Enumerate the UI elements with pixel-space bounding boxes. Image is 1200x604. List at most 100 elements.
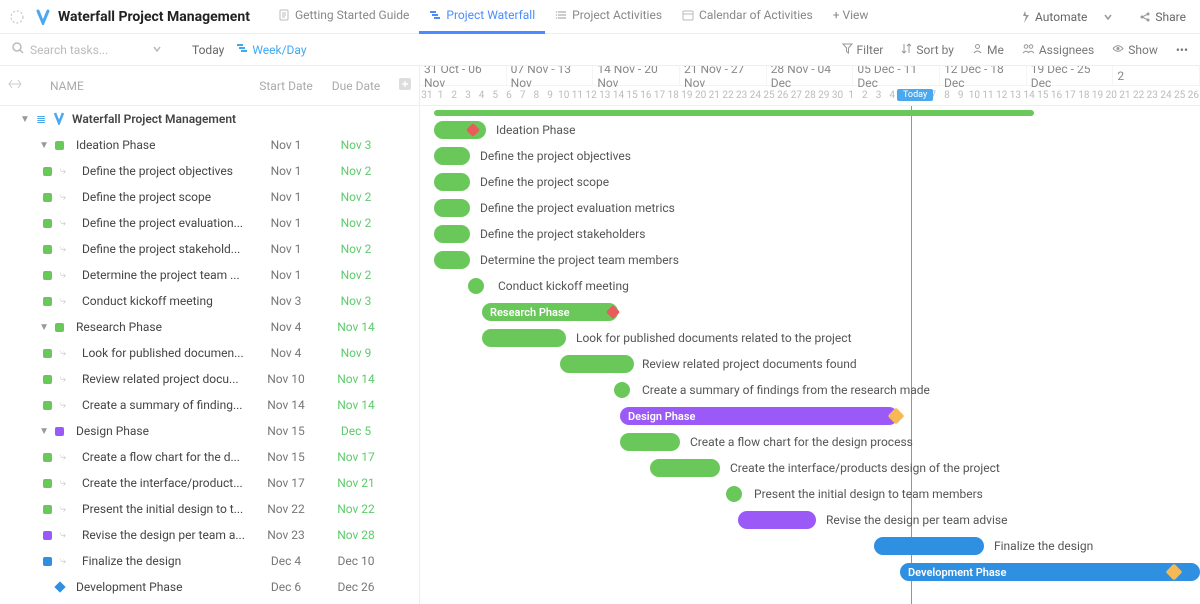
due-date[interactable]: Nov 2 (321, 164, 391, 178)
task-name[interactable]: Create a flow chart for the d... (72, 450, 251, 464)
tab[interactable]: Calendar of Activities (672, 0, 823, 34)
due-date[interactable]: Nov 2 (321, 190, 391, 204)
milestone-ball[interactable] (468, 278, 484, 294)
day-cell[interactable]: 1 (434, 86, 448, 105)
assignees-button[interactable]: Assignees (1022, 43, 1094, 57)
task-name[interactable]: Finalize the design (72, 554, 251, 568)
task-row[interactable]: ⤷Define the project scopeNov 1Nov 2 (0, 184, 419, 210)
task-name[interactable]: Conduct kickoff meeting (72, 294, 251, 308)
day-cell[interactable]: 2 (447, 86, 461, 105)
gantt-bar[interactable] (874, 537, 984, 555)
add-column-button[interactable] (391, 77, 419, 94)
day-cell[interactable]: 31 (420, 86, 434, 105)
day-cell[interactable]: 3 (461, 86, 475, 105)
tab[interactable]: Getting Started Guide (268, 0, 419, 34)
day-cell[interactable]: 16 (1050, 86, 1064, 105)
start-date[interactable]: Nov 15 (251, 450, 321, 464)
day-cell[interactable]: 25 (1173, 86, 1187, 105)
due-date[interactable]: Nov 3 (321, 294, 391, 308)
start-date[interactable]: Nov 1 (251, 242, 321, 256)
gantt-bar[interactable] (434, 251, 470, 269)
today-button[interactable]: Today (192, 43, 224, 57)
day-cell[interactable]: 24 (1159, 86, 1173, 105)
day-cell[interactable]: 26 (1187, 86, 1200, 105)
task-row[interactable]: ⤷Define the project stakehold...Nov 1Nov… (0, 236, 419, 262)
task-row[interactable]: ⤷Look for published documen...Nov 4Nov 9 (0, 340, 419, 366)
task-row[interactable]: Development PhaseDec 6Dec 26 (0, 574, 419, 600)
due-date[interactable]: Dec 10 (321, 554, 391, 568)
day-cell[interactable]: 23 (1145, 86, 1159, 105)
week-cell[interactable]: 31 Oct - 06 Nov (420, 66, 507, 85)
due-date[interactable]: Nov 14 (321, 398, 391, 412)
day-cell[interactable]: 9 (543, 86, 557, 105)
due-date[interactable]: Nov 2 (321, 216, 391, 230)
day-cell[interactable]: 16 (639, 86, 653, 105)
add-view-button[interactable]: + View (823, 0, 879, 34)
task-row[interactable]: ⤷Finalize the designDec 4Dec 10 (0, 548, 419, 574)
day-cell[interactable]: 8 (530, 86, 544, 105)
gantt-panel[interactable]: 31 Oct - 06 Nov07 Nov - 13 Nov14 Nov - 2… (420, 66, 1200, 604)
day-cell[interactable]: 9 (954, 86, 968, 105)
collapse-icon[interactable] (8, 77, 22, 94)
col-name[interactable]: NAME (0, 79, 251, 93)
gantt-bar[interactable]: Design Phase (620, 407, 898, 425)
day-cell[interactable]: 13 (598, 86, 612, 105)
day-cell[interactable]: 19 (680, 86, 694, 105)
due-date[interactable]: Dec 5 (321, 424, 391, 438)
col-due[interactable]: Due Date (321, 79, 391, 93)
task-name[interactable]: Define the project objectives (72, 164, 251, 178)
task-name[interactable]: Design Phase (72, 424, 251, 438)
task-row[interactable]: ▼ Design PhaseNov 15Dec 5 (0, 418, 419, 444)
day-cell[interactable]: 20 (1104, 86, 1118, 105)
due-date[interactable]: Nov 9 (321, 346, 391, 360)
day-cell[interactable]: 15 (625, 86, 639, 105)
day-cell[interactable]: 18 (666, 86, 680, 105)
task-name[interactable]: Development Phase (72, 580, 251, 594)
automate-caret[interactable] (1095, 12, 1121, 22)
start-date[interactable]: Dec 4 (251, 554, 321, 568)
show-button[interactable]: Show (1112, 43, 1158, 57)
caret-down-icon[interactable]: ▼ (39, 426, 49, 437)
week-cell[interactable]: 28 Nov - 04 Dec (767, 66, 854, 85)
task-row[interactable]: ⤷Determine the project team ...Nov 1Nov … (0, 262, 419, 288)
task-name[interactable]: Determine the project team ... (72, 268, 251, 282)
day-cell[interactable]: 12 (584, 86, 598, 105)
task-name[interactable]: Research Phase (72, 320, 251, 334)
due-date[interactable]: Nov 2 (321, 242, 391, 256)
due-date[interactable]: Nov 22 (321, 502, 391, 516)
due-date[interactable]: Nov 14 (321, 372, 391, 386)
start-date[interactable]: Nov 4 (251, 346, 321, 360)
sortby-button[interactable]: Sort by (901, 43, 954, 57)
start-date[interactable]: Nov 15 (251, 424, 321, 438)
milestone-ball[interactable] (614, 382, 630, 398)
gantt-bar[interactable] (620, 433, 680, 451)
due-date[interactable]: Nov 3 (321, 138, 391, 152)
start-date[interactable]: Nov 1 (251, 164, 321, 178)
task-row[interactable]: ⤷Create a flow chart for the d...Nov 15N… (0, 444, 419, 470)
start-date[interactable]: Nov 14 (251, 398, 321, 412)
day-cell[interactable]: 24 (749, 86, 763, 105)
task-row[interactable]: ⤷Review related project docu...Nov 10Nov… (0, 366, 419, 392)
task-row[interactable]: ⤷Create the interface/product...Nov 17No… (0, 470, 419, 496)
day-cell[interactable]: 12 (995, 86, 1009, 105)
task-row[interactable]: ⤷Define the project evaluation...Nov 1No… (0, 210, 419, 236)
day-cell[interactable]: 8 (940, 86, 954, 105)
day-cell[interactable]: 19 (1091, 86, 1105, 105)
day-cell[interactable]: 15 (1036, 86, 1050, 105)
task-name[interactable]: Present the initial design to t... (72, 502, 251, 516)
task-name[interactable]: Create a summary of finding... (72, 398, 251, 412)
day-cell[interactable]: 3 (872, 86, 886, 105)
col-start[interactable]: Start Date (251, 79, 321, 93)
task-name[interactable]: Define the project scope (72, 190, 251, 204)
gantt-bar[interactable] (738, 511, 816, 529)
start-date[interactable]: Nov 23 (251, 528, 321, 542)
day-cell[interactable]: 7 (516, 86, 530, 105)
task-row[interactable]: ⤷Revise the design per team a...Nov 23No… (0, 522, 419, 548)
task-name[interactable]: Review related project docu... (72, 372, 251, 386)
week-cell[interactable]: 21 Nov - 27 Nov (680, 66, 767, 85)
day-cell[interactable]: 1 (844, 86, 858, 105)
day-cell[interactable]: 21 (707, 86, 721, 105)
due-date[interactable]: Nov 14 (321, 320, 391, 334)
gantt-bar[interactable]: Development Phase (900, 563, 1200, 581)
task-name[interactable]: Look for published documen... (72, 346, 251, 360)
